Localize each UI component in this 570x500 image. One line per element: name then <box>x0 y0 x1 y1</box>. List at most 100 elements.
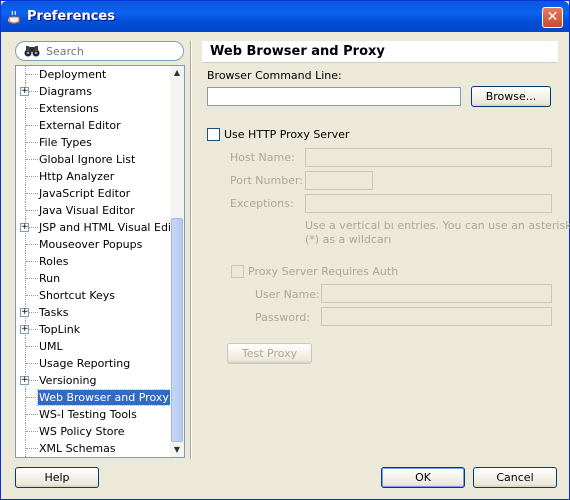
tree-item[interactable]: Http Analyzer <box>16 168 171 185</box>
use-proxy-checkbox[interactable] <box>207 128 220 141</box>
binoculars-icon <box>24 46 40 57</box>
tree-item[interactable]: + TopLink <box>16 321 171 338</box>
expand-plus-icon[interactable]: + <box>20 87 29 96</box>
preferences-dialog: Preferences ✕ Deployment + Diagrams Extensi… <box>0 0 570 500</box>
tree-item-label: External Editor <box>39 119 121 132</box>
browser-command-field[interactable] <box>207 87 461 106</box>
tree-connector-line <box>26 108 38 109</box>
host-name-field[interactable] <box>305 148 552 167</box>
proxy-auth-checkbox[interactable] <box>231 265 244 278</box>
expand-plus-icon[interactable]: + <box>20 308 29 317</box>
tree-item-label: File Types <box>39 136 92 149</box>
expand-plus-icon[interactable]: + <box>20 376 29 385</box>
proxy-auth-label: Proxy Server Requires Auth <box>248 265 399 278</box>
tree-item[interactable]: Deployment <box>16 66 171 83</box>
tree-item[interactable]: Java Visual Editor <box>16 202 171 219</box>
tree-connector-line <box>26 125 38 126</box>
panel-header: Web Browser and Proxy <box>202 41 558 63</box>
tree-connector-line <box>26 346 38 347</box>
user-name-label: User Name: <box>255 288 320 301</box>
tree-item[interactable]: File Types <box>16 134 171 151</box>
tree-item[interactable]: External Editor <box>16 117 171 134</box>
tree-connector-line <box>26 278 38 279</box>
tree-item[interactable]: Mouseover Popups <box>16 236 171 253</box>
tree-item[interactable]: Usage Reporting <box>16 355 171 372</box>
tree-item-label: Java Visual Editor <box>39 204 135 217</box>
tree-item-label: Tasks <box>39 306 69 319</box>
tree-connector-line <box>26 74 38 75</box>
tree-connector-line <box>26 397 38 398</box>
title-bar: Preferences ✕ <box>1 1 569 32</box>
tree-item[interactable]: WS-I Testing Tools <box>16 406 171 423</box>
tree-scrollbar[interactable]: ▲ ▼ <box>170 66 184 457</box>
tree-item[interactable]: UML <box>16 338 171 355</box>
search-box[interactable] <box>15 41 184 61</box>
exceptions-field[interactable] <box>305 194 552 213</box>
panel-title: Web Browser and Proxy <box>210 44 385 59</box>
tree-connector-line <box>26 159 38 160</box>
tree-item-label: TopLink <box>39 323 81 336</box>
tree-item[interactable]: WS Policy Store <box>16 423 171 440</box>
scroll-thumb[interactable] <box>171 218 183 442</box>
window-title: Preferences <box>27 9 115 24</box>
port-number-label: Port Number: <box>230 174 304 187</box>
splitter[interactable] <box>190 41 192 459</box>
tree-item[interactable]: + Tasks <box>16 304 171 321</box>
close-icon[interactable]: ✕ <box>547 9 559 25</box>
exceptions-hint-line1: Use a vertical bı entries. You can use a… <box>305 219 570 232</box>
browse-button[interactable]: Browse... <box>471 86 551 107</box>
tree-connector-line <box>26 431 38 432</box>
tree-item[interactable]: Roles <box>16 253 171 270</box>
tree-item[interactable]: Shortcut Keys <box>16 287 171 304</box>
tree-item[interactable]: XML Schemas <box>16 440 171 457</box>
tree-item[interactable]: Global Ignore List <box>16 151 171 168</box>
password-label: Password: <box>255 311 311 324</box>
tree-item[interactable]: Web Browser and Proxy <box>16 389 171 406</box>
tree-item-label: JSP and HTML Visual Editor <box>39 221 185 234</box>
coffee-cup-icon <box>8 10 21 24</box>
scroll-down-icon[interactable]: ▼ <box>170 443 184 457</box>
exceptions-label: Exceptions: <box>230 197 294 210</box>
user-name-field[interactable] <box>321 284 552 303</box>
test-proxy-button[interactable]: Test Proxy <box>227 343 312 364</box>
tree-item-label: Usage Reporting <box>39 357 131 370</box>
expand-plus-icon[interactable]: + <box>20 223 29 232</box>
password-field[interactable] <box>321 307 552 326</box>
tree-connector-line <box>26 210 38 211</box>
tree-item-label: XML Schemas <box>39 442 116 455</box>
tree-connector-line <box>26 295 38 296</box>
tree-item[interactable]: + Diagrams <box>16 83 171 100</box>
tree-item-label: Extensions <box>39 102 99 115</box>
tree-item-label: WS Policy Store <box>39 425 125 438</box>
tree-item-label: Http Analyzer <box>39 170 115 183</box>
tree-item-label: Shortcut Keys <box>39 289 116 302</box>
expand-plus-icon[interactable]: + <box>20 325 29 334</box>
close-button[interactable]: ✕ <box>542 7 563 28</box>
tree-connector-line <box>26 448 38 449</box>
tree-item[interactable]: Extensions <box>16 100 171 117</box>
tree-item-label: Web Browser and Proxy <box>37 389 171 406</box>
port-number-field[interactable] <box>305 171 373 190</box>
cancel-button[interactable]: Cancel <box>473 467 557 488</box>
tree-item-label: Global Ignore List <box>39 153 136 166</box>
ok-button[interactable]: OK <box>381 467 465 488</box>
tree-item[interactable]: + Versioning <box>16 372 171 389</box>
preferences-tree[interactable]: Deployment + Diagrams Extensions External Ed… <box>15 65 185 458</box>
tree-item-label: Versioning <box>39 374 97 387</box>
tree-item-label: WS-I Testing Tools <box>39 408 137 421</box>
tree-item-label: UML <box>39 340 63 353</box>
tree-item[interactable]: JavaScript Editor <box>16 185 171 202</box>
use-proxy-label[interactable]: Use HTTP Proxy Server <box>224 128 349 141</box>
tree-item[interactable]: Run <box>16 270 171 287</box>
exceptions-hint-line2: (*) as a wildcarı <box>305 233 392 246</box>
scroll-up-icon[interactable]: ▲ <box>170 66 184 80</box>
tree-item-label: Roles <box>39 255 69 268</box>
browser-command-label: Browser Command Line: <box>207 69 342 82</box>
tree-connector-line <box>26 261 38 262</box>
help-button[interactable]: Help <box>15 467 99 488</box>
tree-connector-line <box>26 193 38 194</box>
tree-connector-line <box>26 244 38 245</box>
search-input[interactable] <box>46 44 176 59</box>
tree-item[interactable]: + JSP and HTML Visual Editor <box>16 219 184 236</box>
tree-item-label: Deployment <box>39 68 107 81</box>
